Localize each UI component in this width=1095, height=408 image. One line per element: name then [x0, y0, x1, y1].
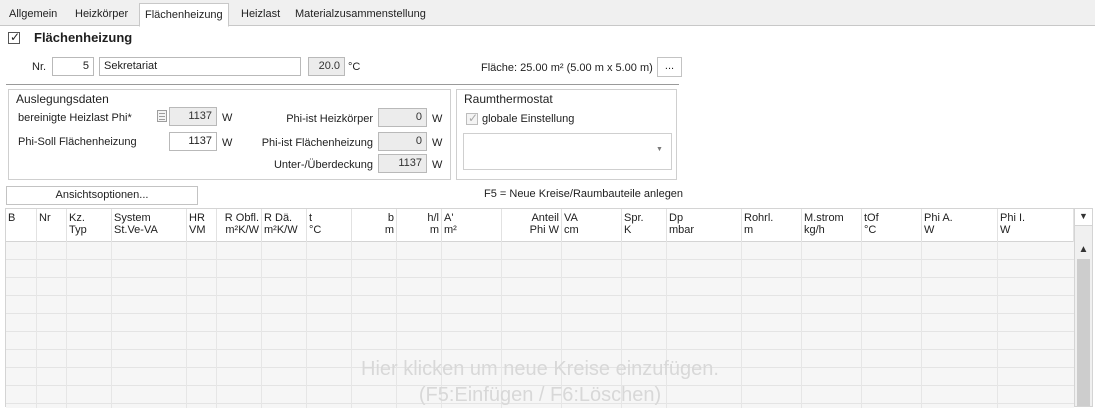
heizlast-label: bereinigte Heizlast Phi*	[18, 112, 132, 124]
phi-ist-fh-unit: W	[432, 137, 443, 149]
separator-line	[6, 84, 679, 85]
col-va[interactable]: VA cm	[562, 209, 622, 242]
grid-header: B Nr Kz. Typ System St.Ve-VA HR VM R Obfl. m…	[6, 209, 1074, 242]
deckung-field: 1137	[378, 154, 427, 173]
auslegungsdaten-title: Auslegungsdaten	[16, 92, 109, 106]
phi-ist-hk-field: 0	[378, 108, 427, 127]
tab-flaechenheizung[interactable]: Flächenheizung	[139, 3, 229, 27]
empty-grid-hint-line2[interactable]: (F5:Einfügen / F6:Löschen)	[6, 383, 1074, 407]
col-a[interactable]: A' m²	[442, 209, 502, 242]
global-setting-checkbox[interactable]: ✓	[466, 111, 479, 125]
deckung-unit: W	[432, 159, 443, 171]
raumthermostat-title: Raumthermostat	[464, 92, 553, 106]
column-chooser-icon[interactable]: ▼	[1075, 209, 1092, 226]
calculator-icon[interactable]	[157, 110, 167, 122]
circuits-grid[interactable]: B Nr Kz. Typ System St.Ve-VA HR VM R Obfl. m…	[5, 208, 1093, 408]
phi-ist-fh-field: 0	[378, 132, 427, 151]
area-text: Fläche: 25.00 m² (5.00 m x 5.00 m)	[481, 62, 653, 74]
deckung-label: Unter-/Überdeckung	[273, 159, 373, 171]
phi-soll-field[interactable]: 1137	[169, 132, 217, 151]
tab-heizlast[interactable]: Heizlast	[236, 3, 285, 26]
view-options-button[interactable]: Ansichtsoptionen...	[6, 186, 198, 205]
col-b[interactable]: B	[6, 209, 37, 242]
col-r-obfl[interactable]: R Obfl. m²K/W	[217, 209, 262, 242]
phi-soll-label: Phi-Soll Flächenheizung	[18, 136, 137, 148]
col-anteil[interactable]: Anteil Phi W	[502, 209, 562, 242]
vertical-scrollbar[interactable]: ▼ ▲	[1074, 209, 1092, 406]
table-row	[6, 314, 1074, 332]
col-rohrl[interactable]: Rohrl. m	[742, 209, 802, 242]
phi-soll-unit: W	[222, 137, 233, 149]
shortcut-hint: F5 = Neue Kreise/Raumbauteile anlegen	[484, 188, 684, 200]
room-temperature-field: 20.0	[308, 57, 345, 76]
col-t[interactable]: t °C	[307, 209, 352, 242]
room-name-field[interactable]: Sekretariat	[99, 57, 301, 76]
col-spr[interactable]: Spr. K	[622, 209, 667, 242]
heizlast-field: 1137	[169, 107, 217, 126]
scroll-up-icon[interactable]: ▲	[1075, 242, 1092, 258]
flaechenheizung-checkbox[interactable]: ✓	[8, 30, 21, 44]
col-hr-vm[interactable]: HR VM	[187, 209, 217, 242]
scrollbar-thumb[interactable]	[1077, 259, 1090, 406]
table-row	[6, 278, 1074, 296]
col-nr[interactable]: Nr	[37, 209, 67, 242]
temperature-unit: °C	[348, 61, 361, 73]
tab-heizkoerper[interactable]: Heizkörper	[70, 3, 133, 26]
col-system[interactable]: System St.Ve-VA	[112, 209, 187, 242]
grid-body[interactable]: Hier klicken um neue Kreise einzufügen. …	[6, 242, 1074, 408]
chevron-down-icon: ▼	[656, 146, 663, 153]
area-more-button[interactable]: ...	[657, 57, 682, 77]
nr-label: Nr.	[32, 61, 47, 73]
checkmark-icon: ✓	[467, 111, 479, 125]
col-tof[interactable]: tOf °C	[862, 209, 922, 242]
empty-grid-hint-line1[interactable]: Hier klicken um neue Kreise einzufügen.	[6, 357, 1074, 381]
col-dp[interactable]: Dp mbar	[667, 209, 742, 242]
table-row	[6, 296, 1074, 314]
col-kz-typ[interactable]: Kz. Typ	[67, 209, 112, 242]
phi-ist-hk-unit: W	[432, 113, 443, 125]
col-b-width[interactable]: bm	[352, 209, 397, 242]
col-r-dae[interactable]: R Dä. m²K/W	[262, 209, 307, 242]
table-row	[6, 242, 1074, 260]
col-h-l[interactable]: h/l m	[397, 209, 442, 242]
phi-ist-hk-label: Phi-ist Heizkörper	[286, 113, 373, 125]
nr-field[interactable]: 5	[52, 57, 94, 76]
table-row	[6, 260, 1074, 278]
tab-bar: Allgemein Heizkörper Flächenheizung Heiz…	[0, 0, 1095, 27]
checkmark-icon: ✓	[9, 30, 21, 44]
col-phi-i[interactable]: Phi I. W	[998, 209, 1074, 242]
heizlast-unit: W	[222, 112, 233, 124]
thermostat-dropdown[interactable]	[463, 133, 672, 170]
tab-allgemein[interactable]: Allgemein	[4, 3, 62, 26]
col-mstrom[interactable]: M.strom kg/h	[802, 209, 862, 242]
col-phi-a[interactable]: Phi A. W	[922, 209, 998, 242]
phi-ist-fh-label: Phi-ist Flächenheizung	[261, 137, 373, 149]
table-row	[6, 332, 1074, 350]
tab-materialzusammenstellung[interactable]: Materialzusammenstellung	[290, 3, 431, 26]
global-setting-label: globale Einstellung	[482, 113, 575, 125]
section-title: Flächenheizung	[34, 30, 133, 45]
